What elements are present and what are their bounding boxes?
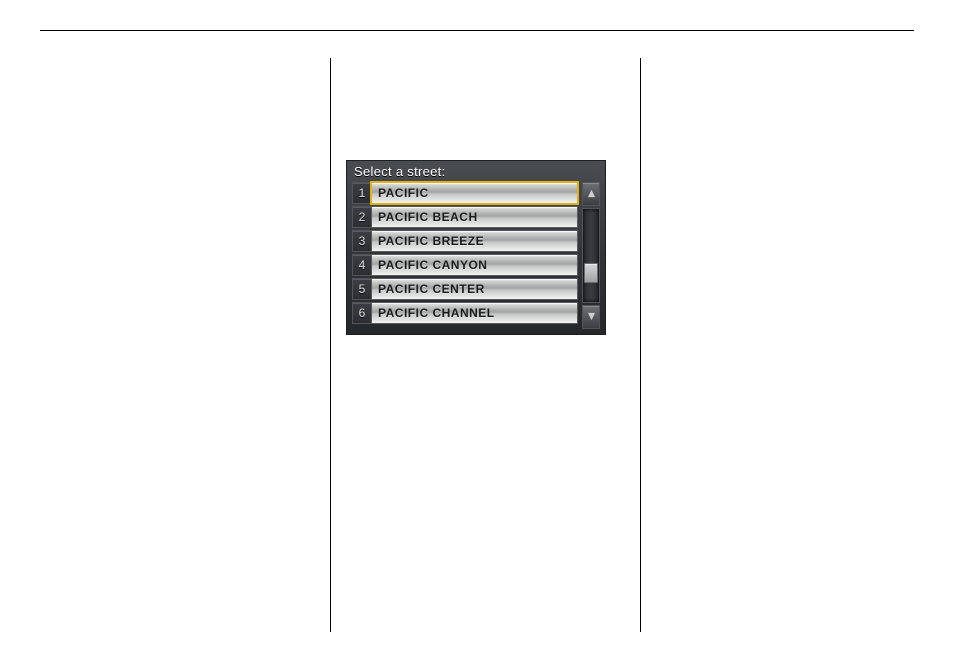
street-item-label: PACIFIC <box>371 182 578 204</box>
street-item-number: 2 <box>352 206 371 228</box>
street-item-label: PACIFIC BEACH <box>371 206 578 228</box>
triangle-down-icon <box>587 308 596 326</box>
street-item-number: 3 <box>352 230 371 252</box>
street-item-number: 5 <box>352 278 371 300</box>
street-item-3[interactable]: 3 PACIFIC BREEZE <box>352 230 578 252</box>
street-item-label: PACIFIC CENTER <box>371 278 578 300</box>
street-item-label: PACIFIC CHANNEL <box>371 302 578 324</box>
column-separator-right <box>640 58 641 632</box>
street-list: 1 PACIFIC 2 PACIFIC BEACH 3 PACIFIC BREE… <box>352 182 582 329</box>
street-item-2[interactable]: 2 PACIFIC BEACH <box>352 206 578 228</box>
scroll-track[interactable] <box>582 208 600 303</box>
street-item-label: PACIFIC CANYON <box>371 254 578 276</box>
street-item-number: 6 <box>352 302 371 324</box>
street-item-6[interactable]: 6 PACIFIC CHANNEL <box>352 302 578 324</box>
scroll-down-button[interactable] <box>582 305 600 329</box>
nav-body: 1 PACIFIC 2 PACIFIC BEACH 3 PACIFIC BREE… <box>352 182 600 329</box>
street-item-number: 1 <box>352 182 371 204</box>
horizontal-rule <box>40 30 914 31</box>
scroll-up-button[interactable] <box>582 182 600 206</box>
street-item-number: 4 <box>352 254 371 276</box>
scrollbar <box>582 182 600 329</box>
scroll-thumb[interactable] <box>584 263 598 283</box>
street-item-4[interactable]: 4 PACIFIC CANYON <box>352 254 578 276</box>
nav-screen: Select a street: 1 PACIFIC 2 PACIFIC BEA… <box>346 160 606 335</box>
street-item-label: PACIFIC BREEZE <box>371 230 578 252</box>
street-item-5[interactable]: 5 PACIFIC CENTER <box>352 278 578 300</box>
nav-title: Select a street: <box>346 160 606 181</box>
column-separator-left <box>330 58 331 632</box>
triangle-up-icon <box>587 185 596 203</box>
street-item-1[interactable]: 1 PACIFIC <box>352 182 578 204</box>
